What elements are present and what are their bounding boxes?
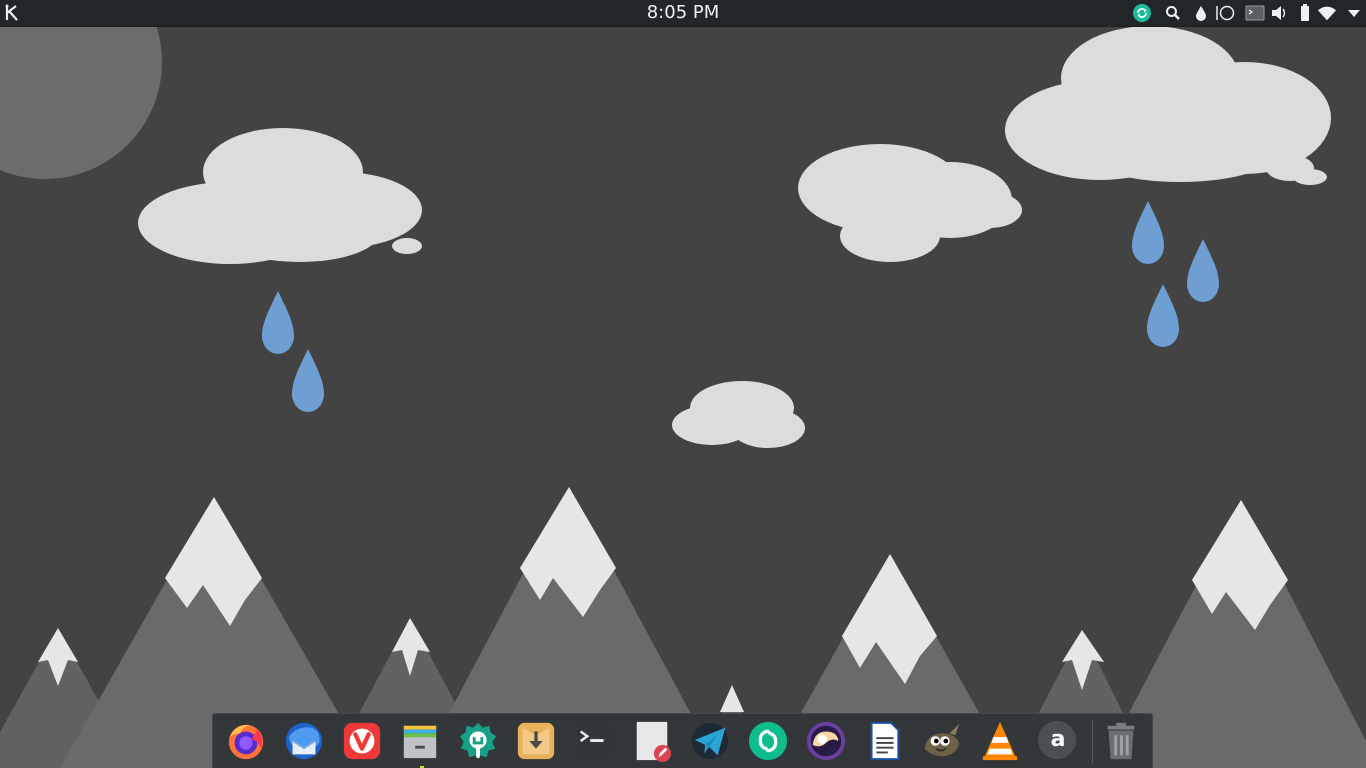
ink-drop-icon[interactable] <box>1191 3 1211 23</box>
expand-arrow-icon[interactable] <box>1344 3 1364 23</box>
downloader-icon[interactable] <box>514 719 558 763</box>
trash-icon[interactable] <box>1099 719 1143 763</box>
vivaldi-icon[interactable] <box>340 719 384 763</box>
firefox-icon[interactable] <box>224 719 268 763</box>
text-editor-icon[interactable] <box>630 719 674 763</box>
element-icon[interactable] <box>746 719 790 763</box>
wifi-icon[interactable] <box>1317 3 1337 23</box>
volume-icon[interactable] <box>1270 3 1290 23</box>
gimp-icon[interactable] <box>920 719 964 763</box>
telegram-icon[interactable] <box>688 719 732 763</box>
sync-icon[interactable] <box>1132 3 1152 23</box>
dock-separator <box>1092 720 1093 764</box>
terminal-icon[interactable] <box>572 719 616 763</box>
vlc-icon[interactable] <box>978 719 1022 763</box>
app-store-icon[interactable] <box>456 719 500 763</box>
cantata-icon[interactable] <box>804 719 848 763</box>
console-icon[interactable] <box>1245 3 1265 23</box>
dock: a <box>212 713 1153 768</box>
thunderbird-icon[interactable] <box>282 719 326 763</box>
circle-icon[interactable] <box>1216 3 1236 23</box>
battery-icon[interactable] <box>1295 3 1315 23</box>
top-panel: 8:05 PM <box>0 0 1366 27</box>
clock[interactable]: 8:05 PM <box>583 0 783 26</box>
desktop[interactable]: 8:05 PM a <box>0 0 1366 768</box>
amarok-letter: a <box>1050 727 1066 752</box>
wallpaper <box>0 0 1366 768</box>
writer-icon[interactable] <box>862 719 906 763</box>
search-icon[interactable] <box>1163 3 1183 23</box>
amarok-icon[interactable]: a <box>1036 719 1080 763</box>
kde-logo-icon[interactable] <box>3 3 23 23</box>
file-manager-icon[interactable] <box>398 719 442 763</box>
